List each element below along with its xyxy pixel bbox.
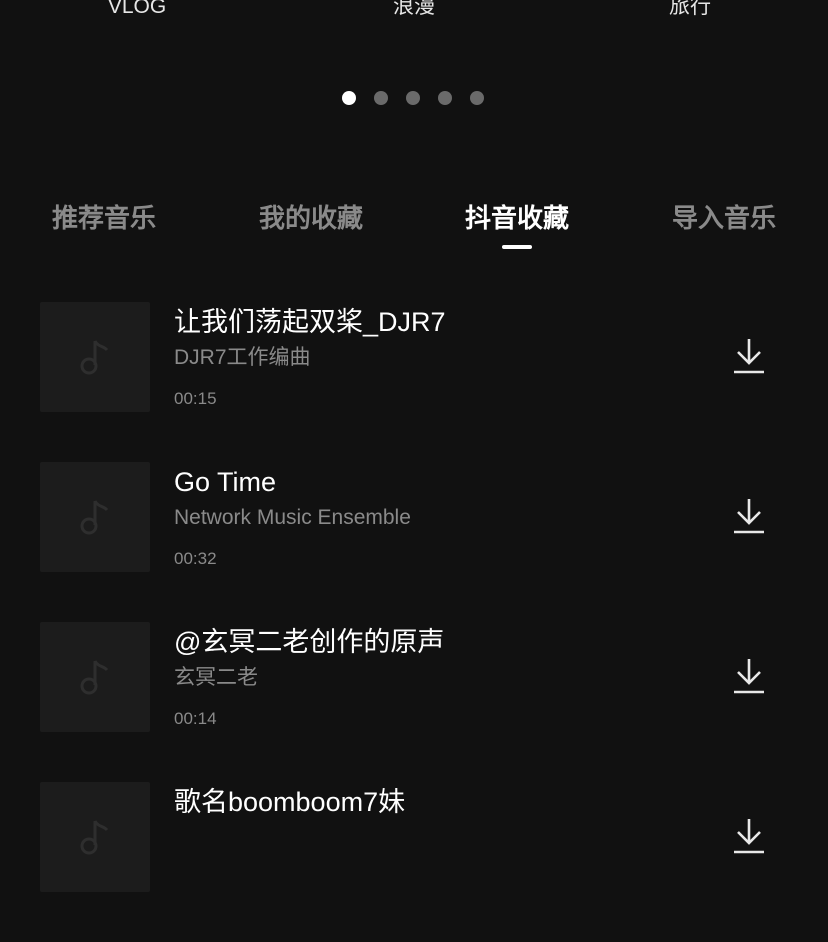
song-row[interactable]: Go Time Network Music Ensemble 00:32 (0, 462, 828, 622)
song-row[interactable]: 让我们荡起双桨_DJR7 DJR7工作编曲 00:15 (0, 302, 828, 462)
song-artist: DJR7工作编曲 (174, 346, 311, 369)
category-vlog[interactable]: VLOG (108, 0, 166, 20)
music-note-icon (80, 340, 109, 375)
song-artist: 玄冥二老 (174, 666, 258, 689)
page-dot-2 (374, 91, 388, 105)
song-title: 歌名boomboom7妹 (174, 787, 406, 817)
tab-my-favorites[interactable]: 我的收藏 (259, 198, 363, 238)
song-cover (40, 462, 150, 572)
page-dot-4 (438, 91, 452, 105)
download-icon[interactable] (730, 656, 768, 696)
song-title: 让我们荡起双桨_DJR7 (174, 307, 446, 337)
song-cover (40, 622, 150, 732)
download-icon[interactable] (730, 496, 768, 536)
page-dot-1 (342, 91, 356, 105)
tab-import-music[interactable]: 导入音乐 (672, 198, 776, 238)
music-note-icon (80, 500, 109, 535)
song-duration: 00:32 (174, 549, 217, 568)
category-romance[interactable]: 浪漫 (393, 0, 435, 20)
active-tab-indicator (502, 245, 532, 249)
song-cover (40, 302, 150, 412)
category-carousel: VLOG 浪漫 旅行 (0, 0, 828, 30)
music-tabs: 推荐音乐 我的收藏 抖音收藏 导入音乐 (0, 198, 828, 258)
music-note-icon (80, 660, 109, 695)
song-artist: Network Music Ensemble (174, 506, 411, 529)
song-duration: 00:14 (174, 709, 217, 728)
music-note-icon (80, 820, 109, 855)
song-cover (40, 782, 150, 892)
category-travel[interactable]: 旅行 (669, 0, 711, 20)
song-duration: 00:15 (174, 389, 217, 408)
song-row[interactable]: 歌名boomboom7妹 (0, 782, 828, 942)
song-title: Go Time (174, 467, 277, 497)
download-icon[interactable] (730, 336, 768, 376)
song-list: 让我们荡起双桨_DJR7 DJR7工作编曲 00:15 Go Time Netw… (0, 302, 828, 942)
song-title: @玄冥二老创作的原声 (174, 627, 445, 657)
page-indicator (342, 91, 484, 105)
tab-douyin-favorites[interactable]: 抖音收藏 (465, 198, 569, 238)
page-dot-5 (470, 91, 484, 105)
download-icon[interactable] (730, 816, 768, 856)
song-row[interactable]: @玄冥二老创作的原声 玄冥二老 00:14 (0, 622, 828, 782)
tab-recommended-music[interactable]: 推荐音乐 (52, 198, 156, 238)
page-dot-3 (406, 91, 420, 105)
